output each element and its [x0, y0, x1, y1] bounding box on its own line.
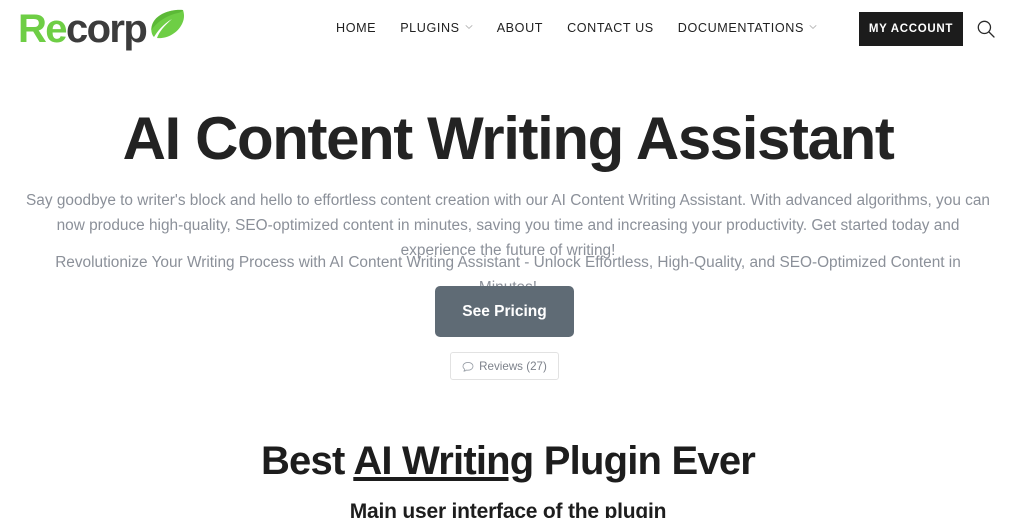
comment-bubble-icon — [462, 361, 474, 373]
site-header: Recorp HOME PLUGINS ABOUT CONTACT US DOC… — [0, 0, 1016, 60]
main-navigation: HOME PLUGINS ABOUT CONTACT US DOCUMENTAT… — [336, 21, 817, 35]
section-subheading: Main user interface of the plugin — [349, 500, 667, 518]
nav-item-label: ABOUT — [496, 21, 544, 35]
section-heading-highlight: AI Writing — [353, 439, 534, 483]
section-heading: Best AI Writing Plugin Ever — [0, 436, 1016, 486]
search-icon[interactable] — [976, 19, 996, 39]
section-heading-prefix: Best — [260, 439, 354, 483]
nav-item-about[interactable]: ABOUT — [497, 21, 543, 35]
section-heading-suffix: Plugin Ever — [533, 439, 756, 483]
nav-item-label: PLUGINS — [400, 21, 460, 35]
nav-item-label: HOME — [336, 21, 377, 35]
chevron-down-icon — [465, 23, 473, 31]
see-pricing-button[interactable]: See Pricing — [435, 286, 574, 337]
logo-text-secondary: corp — [65, 7, 148, 51]
nav-item-plugins[interactable]: PLUGINS — [400, 21, 473, 35]
nav-item-home[interactable]: HOME — [336, 21, 376, 35]
site-logo[interactable]: Recorp — [18, 6, 148, 52]
leaf-icon — [142, 7, 186, 41]
page-root: Recorp HOME PLUGINS ABOUT CONTACT US DOC… — [0, 0, 1016, 518]
logo-text-primary: Re — [18, 7, 68, 51]
nav-item-documentations[interactable]: DOCUMENTATIONS — [678, 21, 817, 35]
reviews-button-label: Reviews (27) — [479, 359, 547, 373]
chevron-down-icon — [809, 23, 817, 31]
page-title: AI Content Writing Assistant — [122, 105, 895, 172]
reviews-button[interactable]: Reviews (27) — [450, 352, 559, 380]
nav-item-label: CONTACT US — [567, 21, 654, 35]
nav-item-contact-us[interactable]: CONTACT US — [567, 21, 654, 35]
nav-item-label: DOCUMENTATIONS — [677, 21, 804, 35]
my-account-button[interactable]: MY ACCOUNT — [859, 12, 963, 46]
